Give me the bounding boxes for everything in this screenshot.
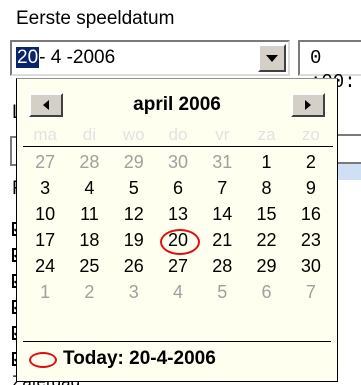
time-field[interactable]: 0 :00: [298, 40, 361, 93]
weekday-label: ma [33, 125, 57, 144]
day-cell[interactable]: 13 [156, 201, 200, 227]
day-cell[interactable]: 8 [244, 175, 288, 201]
day-cell[interactable]: 18 [67, 227, 111, 253]
day-cell[interactable]: 26 [112, 253, 156, 279]
day-cell[interactable]: 3 [23, 175, 67, 201]
day-cell[interactable]: 29 [244, 253, 288, 279]
day-cell[interactable]: 19 [112, 227, 156, 253]
day-cell[interactable]: 27 [156, 253, 200, 279]
day-cell[interactable]: 31 [200, 149, 244, 175]
today-circle-icon [29, 352, 57, 368]
day-cell-today[interactable]: 20 [156, 227, 201, 255]
chevron-down-icon [266, 54, 278, 62]
day-cell[interactable]: 25 [67, 253, 111, 279]
today-link[interactable]: Today: 20-4-2006 [23, 341, 331, 375]
date-value[interactable]: 20- 4 -2006 [16, 46, 115, 70]
date-day-selected: 20 [16, 47, 40, 68]
day-cell[interactable]: 15 [244, 201, 288, 227]
day-cell[interactable]: 12 [112, 201, 156, 227]
calendar-header: april 2006 [17, 79, 337, 127]
weekday-label: di [82, 125, 97, 144]
weekday-label: do [168, 125, 188, 144]
day-cell[interactable]: 5 [200, 279, 244, 305]
dropdown-button[interactable] [258, 44, 286, 72]
date-picker-field[interactable]: 20- 4 -2006 [10, 40, 290, 76]
day-cell[interactable]: 17 [23, 227, 67, 253]
day-cell[interactable]: 5 [112, 175, 156, 201]
day-cell[interactable]: 6 [156, 175, 200, 201]
day-cell[interactable]: 10 [23, 201, 67, 227]
day-cell[interactable]: 24 [23, 253, 67, 279]
weekday-label: vr [215, 125, 230, 144]
day-cell[interactable]: 28 [200, 253, 244, 279]
prev-month-button[interactable] [29, 93, 63, 117]
today-label: Today: 20-4-2006 [63, 348, 216, 369]
weekday-header: ma di wo do vr za zo [23, 123, 333, 147]
day-cell[interactable]: 2 [289, 149, 333, 175]
day-cell[interactable]: 22 [244, 227, 288, 253]
calendar-popup: april 2006 ma di wo do vr za zo 27 28 29… [16, 78, 338, 382]
day-cell[interactable]: 6 [244, 279, 288, 305]
day-cell[interactable]: 4 [156, 279, 200, 305]
day-cell[interactable]: 1 [244, 149, 288, 175]
next-month-button[interactable] [291, 93, 325, 117]
day-cell[interactable]: 16 [289, 201, 333, 227]
chevron-left-icon [43, 100, 49, 110]
day-cell[interactable]: 23 [289, 227, 333, 253]
day-cell[interactable]: 11 [67, 201, 111, 227]
day-cell[interactable]: 7 [289, 279, 333, 305]
weekday-label: wo [122, 125, 145, 144]
day-cell[interactable]: 7 [200, 175, 244, 201]
weekday-label: za [257, 125, 276, 144]
day-cell[interactable]: 30 [156, 149, 200, 175]
day-cell[interactable]: 29 [112, 149, 156, 175]
day-cell[interactable]: 14 [200, 201, 244, 227]
day-cell[interactable]: 1 [23, 279, 67, 305]
day-cell[interactable]: 21 [200, 227, 244, 253]
day-cell[interactable]: 3 [112, 279, 156, 305]
day-cell[interactable]: 2 [67, 279, 111, 305]
month-title: april 2006 [133, 94, 221, 115]
field-label: Eerste speeldatum [16, 8, 175, 29]
chevron-right-icon [305, 100, 311, 110]
day-cell[interactable]: 30 [289, 253, 333, 279]
weekday-label: zo [301, 125, 320, 144]
day-grid: 27 28 29 30 31 1 2 3 4 5 6 7 8 9 10 11 1… [23, 149, 333, 305]
date-month-year: - 4 -2006 [39, 47, 116, 68]
day-cell[interactable]: 28 [67, 149, 111, 175]
day-cell[interactable]: 4 [67, 175, 111, 201]
day-cell[interactable]: 27 [23, 149, 67, 175]
day-cell[interactable]: 9 [289, 175, 333, 201]
